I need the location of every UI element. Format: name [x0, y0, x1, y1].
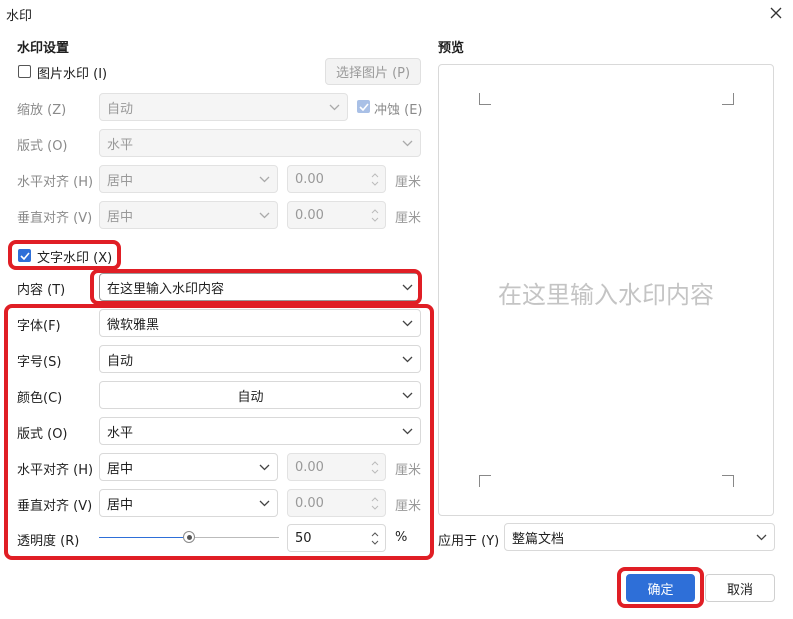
content-input[interactable]: 在这里输入水印内容 — [99, 273, 421, 301]
image-watermark-label: 图片水印 (I) — [37, 67, 108, 82]
chevron-down-icon — [748, 524, 774, 550]
text-layout-label: 版式 (O) — [17, 427, 68, 442]
image-v-align-select[interactable]: 居中 — [99, 201, 278, 229]
text-v-offset-input[interactable]: 0.00 — [287, 489, 386, 517]
cancel-button[interactable]: 取消 — [705, 574, 775, 602]
size-select[interactable]: 自动 — [99, 345, 421, 373]
apply-to-select[interactable]: 整篇文档 — [504, 523, 775, 551]
color-label: 颜色(C) — [17, 391, 63, 406]
text-watermark-label: 文字水印 (X) — [37, 251, 113, 266]
text-h-align-label: 水平对齐 (H) — [17, 463, 94, 478]
spinner-icon[interactable] — [367, 490, 383, 516]
chevron-down-icon — [394, 382, 420, 408]
size-label: 字号(S) — [17, 355, 62, 370]
preview-panel: 在这里输入水印内容 — [438, 64, 774, 516]
text-layout-select[interactable]: 水平 — [99, 417, 421, 445]
preview-corner-bottom-right — [722, 475, 734, 487]
image-h-align-select[interactable]: 居中 — [99, 165, 278, 193]
title-bar — [0, 0, 793, 26]
preview-title: 预览 — [438, 41, 465, 56]
chevron-down-icon — [394, 346, 420, 372]
spinner-icon[interactable] — [367, 454, 383, 480]
close-icon[interactable] — [762, 2, 790, 24]
chevron-down-icon — [251, 202, 277, 228]
preview-corner-top-left — [479, 93, 491, 105]
chevron-down-icon — [321, 94, 347, 120]
spinner-icon[interactable] — [367, 166, 383, 192]
image-layout-label: 版式 (O) — [17, 139, 68, 154]
apply-to-label: 应用于 (Y) — [438, 534, 500, 549]
image-v-offset-input[interactable]: 0.00 — [287, 201, 386, 229]
text-v-align-label: 垂直对齐 (V) — [17, 499, 93, 514]
spinner-icon[interactable] — [367, 202, 383, 228]
chevron-down-icon — [394, 130, 420, 156]
chevron-down-icon — [251, 166, 277, 192]
transparency-slider-thumb[interactable] — [183, 531, 195, 543]
image-v-align-label: 垂直对齐 (V) — [17, 211, 93, 226]
preview-watermark-text: 在这里输入水印内容 — [498, 281, 714, 309]
font-select[interactable]: 微软雅黑 — [99, 309, 421, 337]
spinner-icon[interactable] — [367, 525, 383, 551]
image-layout-select[interactable]: 水平 — [99, 129, 421, 157]
image-v-offset-unit: 厘米 — [395, 211, 422, 226]
transparency-label: 透明度 (R) — [17, 534, 80, 549]
chevron-down-icon — [394, 418, 420, 444]
text-h-offset-input[interactable]: 0.00 — [287, 453, 386, 481]
chevron-down-icon — [251, 454, 277, 480]
window-title: 水印 — [6, 9, 33, 24]
text-h-offset-unit: 厘米 — [395, 463, 422, 478]
text-v-align-select[interactable]: 居中 — [99, 489, 278, 517]
text-h-align-select[interactable]: 居中 — [99, 453, 278, 481]
image-watermark-checkbox[interactable] — [18, 65, 31, 78]
transparency-unit: % — [395, 530, 408, 545]
washout-checkbox[interactable] — [357, 100, 370, 113]
text-v-offset-unit: 厘米 — [395, 499, 422, 514]
watermark-settings-title: 水印设置 — [17, 41, 70, 56]
image-h-offset-input[interactable]: 0.00 — [287, 165, 386, 193]
image-h-offset-unit: 厘米 — [395, 175, 422, 190]
scale-label: 缩放 (Z) — [17, 103, 67, 118]
chevron-down-icon — [394, 310, 420, 336]
chevron-down-icon[interactable] — [394, 274, 420, 300]
preview-corner-top-right — [722, 93, 734, 105]
image-h-align-label: 水平对齐 (H) — [17, 175, 94, 190]
scale-select[interactable]: 自动 — [99, 93, 348, 121]
color-select[interactable]: 自动 — [99, 381, 421, 409]
preview-corner-bottom-left — [479, 475, 491, 487]
font-label: 字体(F) — [17, 319, 61, 334]
text-watermark-checkbox[interactable] — [18, 249, 31, 262]
select-picture-button[interactable]: 选择图片 (P) — [325, 58, 421, 85]
content-label: 内容 (T) — [17, 283, 66, 298]
transparency-input[interactable]: 50 — [287, 524, 386, 552]
ok-button[interactable]: 确定 — [626, 574, 695, 602]
transparency-slider-fill — [99, 537, 189, 538]
chevron-down-icon — [251, 490, 277, 516]
washout-label: 冲蚀 (E) — [374, 103, 423, 118]
